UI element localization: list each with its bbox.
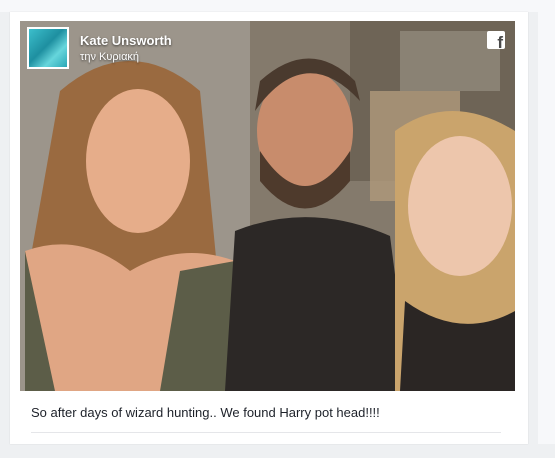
post-caption: So after days of wizard hunting.. We fou… — [31, 405, 380, 420]
author-avatar[interactable] — [27, 27, 69, 69]
facebook-icon[interactable]: f — [487, 31, 505, 51]
card-divider — [31, 432, 501, 433]
post-photo[interactable]: Kate Unsworth την Κυριακή f — [20, 21, 515, 391]
top-strip — [0, 0, 555, 12]
author-name[interactable]: Kate Unsworth — [80, 33, 172, 48]
right-gutter — [538, 12, 555, 444]
embedded-post-card: Kate Unsworth την Κυριακή f So after day… — [10, 12, 528, 444]
selfie-image — [20, 21, 515, 391]
post-timestamp[interactable]: την Κυριακή — [80, 51, 139, 63]
